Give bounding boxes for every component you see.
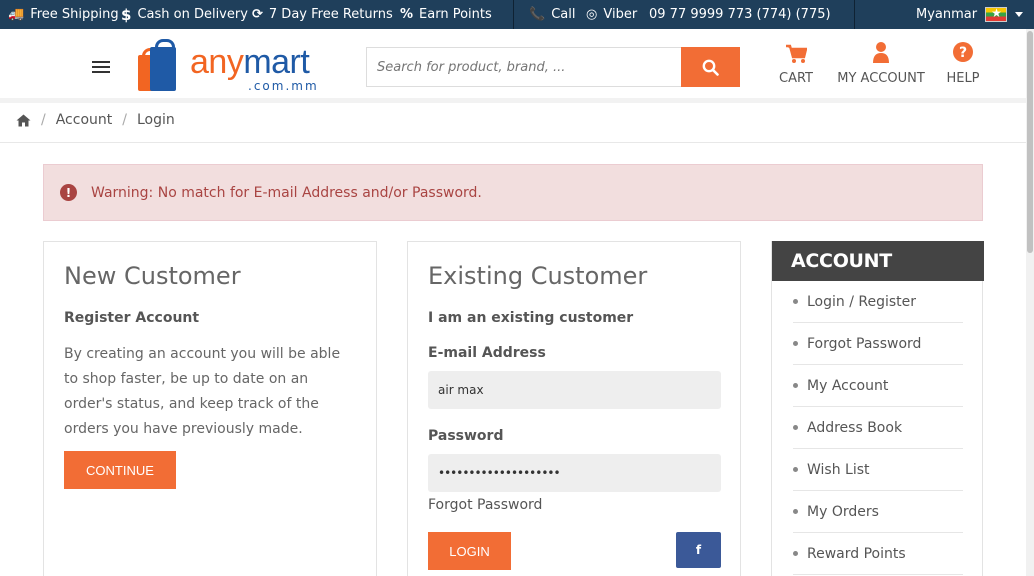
sidebar-item-forgot-password[interactable]: Forgot Password [793, 323, 963, 365]
email-field[interactable]: air max [428, 371, 721, 409]
free-shipping-label: Free Shipping [30, 7, 119, 22]
sidebar-item-label: My Account [807, 377, 889, 394]
cart-link[interactable]: CART [776, 41, 816, 86]
cart-label: CART [779, 71, 813, 86]
bullet-icon [793, 383, 798, 388]
bullet-icon [793, 467, 798, 472]
sidebar-list: Login / Register Forgot Password My Acco… [772, 281, 984, 575]
earn-points: % Earn Points [400, 0, 492, 29]
facebook-login-button[interactable]: f [676, 532, 721, 568]
bullet-icon [793, 299, 798, 304]
breadcrumb-account[interactable]: Account [56, 112, 113, 128]
new-customer-panel: New Customer Register Account By creatin… [43, 241, 377, 576]
existing-customer-heading: I am an existing customer [428, 310, 634, 326]
help-icon: ? [953, 42, 973, 62]
logo-subtext: .com.mm [248, 79, 319, 93]
country-selector[interactable]: Myanmar [916, 0, 1024, 29]
user-icon [873, 42, 889, 63]
warning-text: Warning: No match for E-mail Address and… [91, 184, 482, 201]
cash-on-delivery-label: Cash on Delivery [137, 7, 248, 22]
sidebar-item-login-register[interactable]: Login / Register [793, 281, 963, 323]
email-label: E-mail Address [428, 345, 546, 361]
cart-icon [786, 44, 807, 63]
sidebar-item-my-account[interactable]: My Account [793, 365, 963, 407]
viber-icon: ◎ [586, 7, 598, 22]
free-returns-label: 7 Day Free Returns [268, 7, 393, 22]
phone-number-label: 09 77 9999 773 (774) (775) [649, 7, 831, 22]
earn-points-label: Earn Points [419, 7, 492, 22]
caret-down-icon [1015, 12, 1024, 17]
exclamation-icon: ! [60, 184, 77, 201]
register-account-heading: Register Account [64, 310, 200, 326]
help-link[interactable]: ? HELP [945, 41, 981, 86]
search-input[interactable] [366, 47, 682, 87]
breadcrumb-separator: / [41, 112, 46, 128]
logo[interactable]: anymart .com.mm [138, 39, 328, 93]
sidebar-item-label: Reward Points [807, 545, 906, 562]
sidebar-title: ACCOUNT [772, 241, 984, 281]
login-button[interactable]: LOGIN [428, 532, 511, 570]
bag-icon [150, 39, 176, 91]
register-description: By creating an account you will be able … [64, 346, 341, 437]
breadcrumb: / Account / Login [16, 112, 175, 128]
hamburger-menu-icon[interactable] [92, 61, 110, 75]
phone-icon: 📞 [529, 7, 546, 22]
call-label: Call [551, 7, 576, 22]
new-customer-title: New Customer [64, 262, 241, 290]
my-account-link[interactable]: MY ACCOUNT [836, 41, 926, 86]
myanmar-flag-icon [985, 6, 1008, 22]
forgot-password-link[interactable]: Forgot Password [428, 497, 542, 513]
existing-customer-panel: Existing Customer I am an existing custo… [407, 241, 741, 576]
warning-alert: ! Warning: No match for E-mail Address a… [43, 164, 983, 221]
sidebar-item-label: My Orders [807, 503, 879, 520]
truck-icon: 🚚 [8, 7, 25, 22]
divider [513, 0, 514, 29]
dollar-icon: $ [121, 5, 132, 24]
header: anymart .com.mm CART MY ACCOUNT ? HELP [0, 29, 1034, 101]
sidebar-item-label: Login / Register [807, 293, 917, 310]
existing-customer-title: Existing Customer [428, 262, 648, 290]
scrollbar[interactable] [1026, 29, 1034, 576]
search-button[interactable] [681, 47, 740, 87]
my-account-label: MY ACCOUNT [837, 71, 925, 86]
country-label: Myanmar [916, 7, 978, 22]
free-returns: ⟳ 7 Day Free Returns [252, 0, 393, 29]
free-shipping: 🚚 Free Shipping [8, 0, 119, 29]
continue-button[interactable]: CONTINUE [64, 451, 176, 489]
password-field[interactable]: •••••••••••••••••••• [428, 454, 721, 492]
home-icon[interactable] [16, 114, 31, 127]
svg-text:?: ? [959, 45, 967, 61]
percent-icon: % [400, 7, 414, 22]
breadcrumb-login[interactable]: Login [137, 112, 175, 128]
bullet-icon [793, 341, 798, 346]
sidebar-item-my-orders[interactable]: My Orders [793, 491, 963, 533]
bullet-icon [793, 509, 798, 514]
header-divider [0, 98, 1034, 103]
password-label: Password [428, 428, 504, 444]
sidebar-item-label: Wish List [807, 461, 870, 478]
phone-number: 09 77 9999 773 (774) (775) [649, 0, 831, 29]
sidebar-item-wish-list[interactable]: Wish List [793, 449, 963, 491]
cash-on-delivery: $ Cash on Delivery [121, 0, 248, 29]
sidebar-item-address-book[interactable]: Address Book [793, 407, 963, 449]
search-icon [702, 59, 719, 76]
viber-label: Viber [603, 7, 638, 22]
bullet-icon [793, 551, 798, 556]
sidebar-item-label: Forgot Password [807, 335, 922, 352]
breadcrumb-divider [0, 142, 1034, 143]
viber-link[interactable]: ◎ Viber [586, 0, 637, 29]
breadcrumb-separator: / [122, 112, 127, 128]
help-label: HELP [946, 71, 980, 86]
scrollbar-thumb[interactable] [1027, 31, 1033, 253]
facebook-icon: f [695, 543, 702, 557]
call-link[interactable]: 📞 Call [529, 0, 575, 29]
top-bar: 🚚 Free Shipping $ Cash on Delivery ⟳ 7 D… [0, 0, 1034, 29]
divider [854, 0, 855, 29]
account-sidebar: ACCOUNT Login / Register Forgot Password… [771, 241, 984, 576]
refresh-icon: ⟳ [252, 7, 263, 22]
bullet-icon [793, 425, 798, 430]
sidebar-item-label: Address Book [807, 419, 903, 436]
sidebar-item-reward-points[interactable]: Reward Points [793, 533, 963, 575]
logo-text: anymart [190, 43, 310, 81]
